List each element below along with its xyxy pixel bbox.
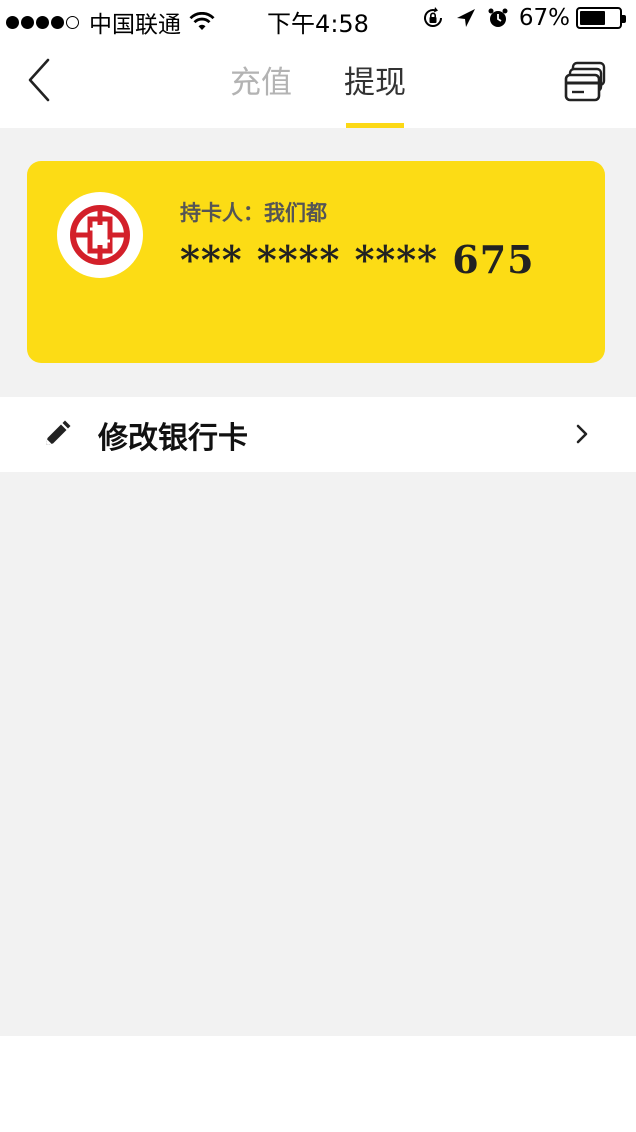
battery-icon: [576, 7, 626, 29]
tab-bar: 充值 提现: [0, 40, 636, 128]
tab-recharge-label: 充值: [230, 65, 292, 101]
tab-recharge[interactable]: 充值: [204, 40, 318, 128]
card-number: *** **** **** 675: [180, 237, 535, 282]
battery-level: [580, 11, 605, 25]
card-number-masked: *** **** ****: [180, 237, 439, 282]
chevron-right-icon: [576, 424, 588, 444]
card-holder-label: 持卡人：: [180, 201, 264, 225]
status-bar: 中国联通 下午4:58 67%: [0, 0, 636, 40]
navigation-bar: 充值 提现: [0, 40, 636, 128]
rotation-lock-icon: [423, 7, 442, 27]
edit-bank-card-label: 修改银行卡: [98, 421, 248, 456]
status-bar-right: 67%: [411, 5, 626, 31]
edit-bank-card-row[interactable]: 修改银行卡: [0, 397, 636, 472]
bank-card[interactable]: 持卡人：我们都 *** **** **** 675: [27, 161, 605, 363]
tab-withdraw-label: 提现: [344, 65, 406, 101]
main-content: 持卡人：我们都 *** **** **** 675 修改银行卡: [0, 128, 636, 1036]
icbc-logo-icon: [57, 192, 143, 278]
tab-withdraw[interactable]: 提现: [318, 40, 432, 128]
battery-percent: 67%: [518, 5, 570, 31]
pencil-icon: [46, 420, 71, 445]
card-holder-name: 我们都: [264, 201, 327, 225]
alarm-clock-icon: [488, 8, 508, 27]
card-number-last-digits: 675: [452, 237, 535, 282]
card-holder: 持卡人：我们都: [180, 197, 327, 227]
cards-stack-icon: [564, 61, 606, 102]
location-arrow-icon: [456, 9, 475, 27]
bank-cards-button[interactable]: [564, 60, 608, 104]
